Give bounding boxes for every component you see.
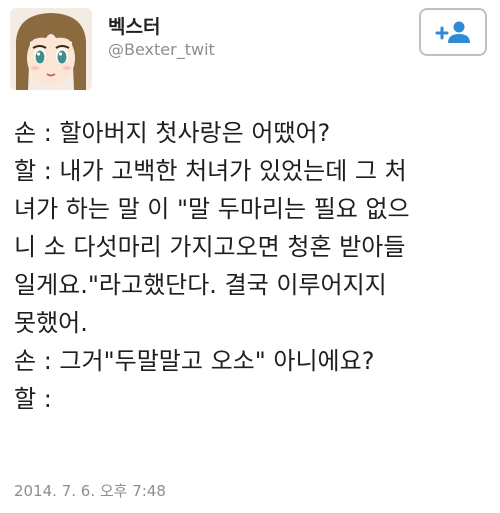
tweet-line: 니 소 다섯마리 가지고오면 청혼 받아들 [14,233,406,261]
tweet-line: 못했어. [14,309,88,337]
add-person-icon [435,21,470,43]
display-name[interactable]: 벡스터 [108,12,160,39]
tweet-line: 녀가 하는 말 이 "말 두마리는 필요 없으 [14,195,410,223]
avatar[interactable] [10,8,92,90]
tweet-text: 손 : 할아버지 첫사랑은 어땠어? 할 : 내가 고백한 처녀가 있었는데 그… [14,114,486,418]
tweet-timestamp[interactable]: 2014. 7. 6. 오후 7:48 [14,480,166,501]
tweet-line: 일게요."라고했단다. 결국 이루어지지 [14,271,387,299]
tweet-line: 손 : 할아버지 첫사랑은 어땠어? [14,119,331,147]
tweet-line: 할 : 내가 고백한 처녀가 있었는데 그 처 [14,157,407,185]
tweet-line: 손 : 그거"두말말고 오소" 아니에요? [14,347,375,375]
follow-button[interactable] [419,8,487,56]
tweet-line: 할 : [14,385,52,413]
user-handle[interactable]: @Bexter_twit [108,40,215,59]
